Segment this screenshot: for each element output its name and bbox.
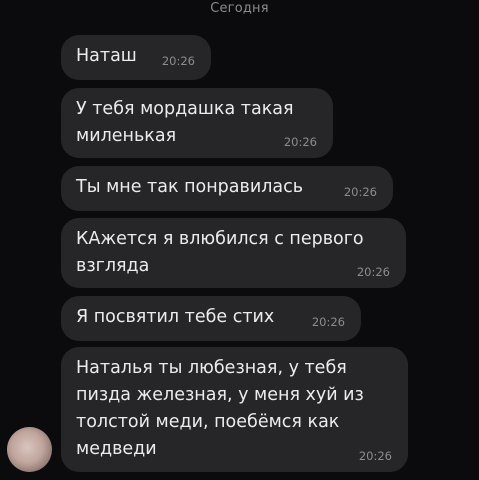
avatar[interactable] (7, 427, 52, 472)
message-bubble[interactable]: У тебя мордашка такая миленькая 20:26 (61, 88, 333, 158)
message-bubble[interactable]: Ты мне так понравилась 20:26 (61, 166, 393, 211)
message-time: 20:26 (161, 54, 195, 68)
message-time: 20:26 (283, 135, 317, 149)
message-time: 20:26 (311, 315, 345, 329)
message-text: Я посвятил тебе стих (76, 307, 275, 327)
message-bubble[interactable]: КАжется я влюбился с первого взгляда 20:… (61, 218, 406, 288)
message-bubble[interactable]: Я посвятил тебе стих 20:26 (61, 296, 361, 341)
message-text: КАжется я влюбился с первого взгляда (76, 229, 364, 276)
chat-view: Сегодня Наташ 20:26 У тебя мордашка така… (0, 0, 479, 480)
message-bubble[interactable]: Наталья ты любезная, у тебя пизда железн… (61, 347, 408, 472)
message-text: Наталья ты любезная, у тебя пизда железн… (76, 358, 364, 459)
message-text: Ты мне так понравилась (76, 177, 304, 197)
message-time: 20:26 (356, 265, 390, 279)
message-time: 20:26 (343, 185, 377, 199)
date-separator: Сегодня (210, 1, 269, 16)
message-bubble[interactable]: Наташ 20:26 (61, 35, 211, 80)
message-time: 20:26 (358, 449, 392, 463)
